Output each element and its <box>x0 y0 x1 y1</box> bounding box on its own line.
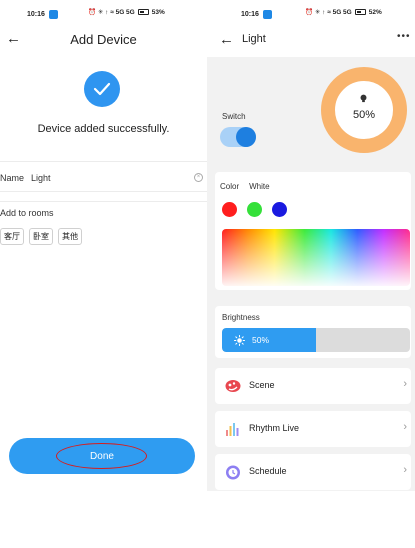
tab-white[interactable]: White <box>249 182 269 191</box>
color-spectrum-picker[interactable] <box>222 229 410 286</box>
color-tabs: Color White <box>220 182 270 191</box>
divider <box>0 161 207 162</box>
header: ← Light <box>219 28 266 50</box>
status-bar: 10:16 <box>27 8 58 20</box>
brightness-card: Brightness 50% <box>215 306 411 358</box>
signal-icons: ⏰ ✳ ↑ ≈ 5G 5G <box>88 9 135 16</box>
back-arrow-icon[interactable]: ← <box>219 32 234 47</box>
switch-label: Switch <box>222 112 246 121</box>
rhythm-icon <box>226 423 239 436</box>
chevron-right-icon: › <box>403 464 407 476</box>
schedule-icon <box>226 465 240 480</box>
name-value[interactable]: Light <box>31 173 51 183</box>
battery-icon <box>137 9 149 15</box>
menu-label: Scene <box>249 380 275 390</box>
app-notification-icon <box>48 9 58 19</box>
battery-icon <box>354 9 366 15</box>
rooms-label: Add to rooms <box>0 208 54 218</box>
swatch-blue[interactable] <box>272 202 287 217</box>
color-card: Color White <box>215 172 411 290</box>
success-message: Device added successfully. <box>37 123 170 135</box>
menu-label: Rhythm Live <box>249 423 300 433</box>
room-chip[interactable]: 其他 <box>58 228 82 245</box>
swatch-red[interactable] <box>222 202 237 217</box>
menu-label: Schedule <box>249 466 287 476</box>
chevron-right-icon: › <box>403 378 407 390</box>
more-dots-icon[interactable]: ••• <box>397 31 411 42</box>
battery-percent: 53% <box>151 8 165 16</box>
menu-item-schedule[interactable]: Schedule › <box>215 454 411 490</box>
brightness-label: Brightness <box>222 313 260 322</box>
name-field[interactable]: Name Light × <box>0 170 207 186</box>
divider <box>0 191 207 192</box>
page-title: Light <box>242 33 266 45</box>
signal-icons: ⏰ ✳ ↑ ≈ 5G 5G <box>305 9 352 16</box>
brightness-value: 50% <box>252 335 270 345</box>
chevron-right-icon: › <box>403 421 407 433</box>
color-swatches <box>222 202 287 217</box>
battery-percent: 52% <box>368 8 382 16</box>
menu-item-rhythm-live[interactable]: Rhythm Live › <box>215 411 411 447</box>
page-title: Add Device <box>70 31 137 47</box>
success-check-icon <box>84 71 120 107</box>
divider <box>0 201 207 202</box>
switch-knob <box>236 127 256 147</box>
app-notification-icon <box>262 9 272 19</box>
power-switch[interactable] <box>220 127 256 147</box>
ring-percent: 50% <box>352 109 376 121</box>
bulb-icon <box>360 94 367 103</box>
room-chip[interactable]: 客厅 <box>0 228 24 245</box>
menu-item-scene[interactable]: Scene › <box>215 368 411 404</box>
status-bar: 10:16 <box>241 8 272 20</box>
annotation-ellipse <box>56 443 147 469</box>
status-time: 10:16 <box>241 10 259 18</box>
name-label: Name <box>0 173 25 183</box>
tab-color[interactable]: Color <box>220 182 239 191</box>
brightness-slider[interactable]: 50% <box>222 328 410 352</box>
scene-icon <box>225 380 241 392</box>
swatch-green[interactable] <box>247 202 262 217</box>
status-time: 10:16 <box>27 10 45 18</box>
header: Add Device ← <box>0 28 207 50</box>
add-device-screen: 10:16 ⏰ ✳ ↑ ≈ 5G 5G 53% Add Device ← Dev… <box>0 0 207 548</box>
sun-icon <box>234 335 245 346</box>
back-arrow-icon[interactable]: ← <box>6 31 21 46</box>
room-chips: 客厅 卧室 其他 <box>0 228 82 245</box>
clear-icon[interactable]: × <box>194 173 203 182</box>
room-chip[interactable]: 卧室 <box>29 228 53 245</box>
light-control-screen: 10:16 ⏰ ✳ ↑ ≈ 5G 5G 52% ← Light ••• Swit… <box>207 0 415 548</box>
